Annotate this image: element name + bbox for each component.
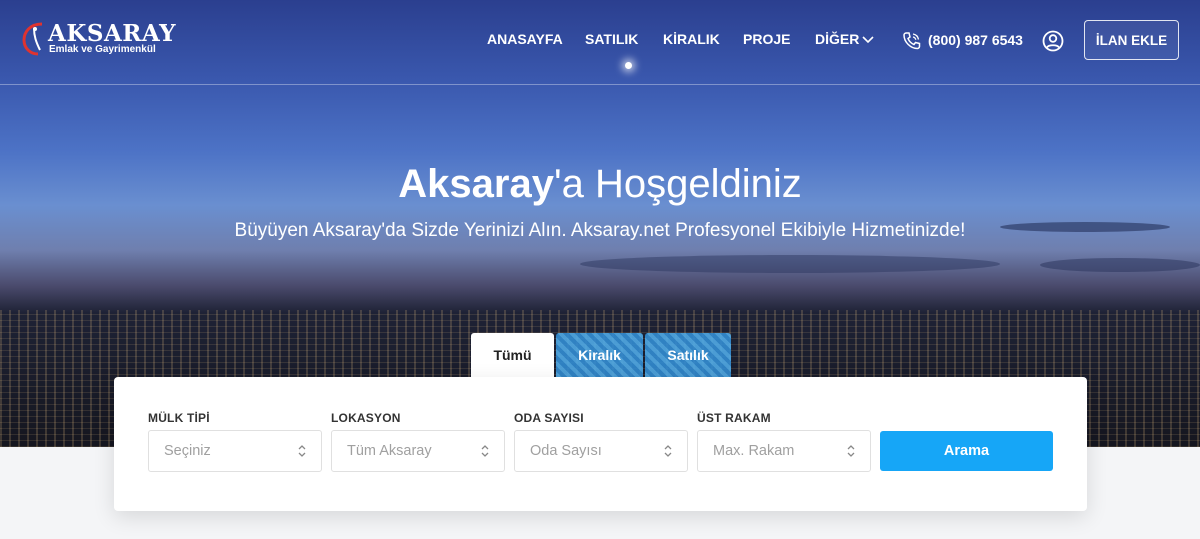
logo-title: AKSARAY [48,20,177,47]
select-arrows-icon [664,445,672,457]
nav-item-proje[interactable]: PROJE [743,31,790,47]
hero-title-bold: Aksaray [398,162,554,206]
select-value: Tüm Aksaray [347,443,432,459]
tab-kiralik[interactable]: Kiralık [556,333,643,377]
phone-icon [903,32,921,50]
add-listing-button[interactable]: İLAN EKLE [1084,20,1179,60]
hero-subtitle: Büyüyen Aksaray'da Sizde Yerinizi Alın. … [234,220,966,241]
nav-item-diger[interactable]: DİĞER [815,31,859,47]
search-button[interactable]: Arama [880,431,1053,471]
field-label-ust-rakam: ÜST RAKAM [697,411,771,425]
field-label-mulk-tipi: MÜLK TİPİ [148,411,210,425]
tab-tumu[interactable]: Tümü [471,333,554,377]
select-arrows-icon [481,445,489,457]
logo[interactable]: AKSARAY Emlak ve Gayrimenkül [22,20,182,62]
phone-number: (800) 987 6543 [928,32,1023,48]
location-select[interactable]: Tüm Aksaray [331,430,505,472]
select-arrows-icon [298,445,306,457]
logo-mark-icon [22,22,43,56]
nav-item-anasayfa[interactable]: ANASAYFA [487,31,563,47]
cloud [1040,258,1200,272]
select-value: Seçiniz [164,443,211,459]
select-value: Oda Sayısı [530,443,602,459]
hero-title-rest: 'a Hoşgeldiniz [553,162,802,206]
site-header: AKSARAY Emlak ve Gayrimenkül ANASAYFA SA… [0,0,1200,85]
select-value: Max. Rakam [713,443,795,459]
cloud [580,255,1000,273]
nav-item-satilik[interactable]: SATILIK [585,31,638,47]
hero-title: Aksaray'a Hoşgeldiniz [0,162,1200,207]
user-icon[interactable] [1042,30,1064,52]
tab-satilik[interactable]: Satılık [645,333,731,377]
max-price-select[interactable]: Max. Rakam [697,430,871,472]
chevron-down-icon[interactable] [862,34,874,44]
field-label-oda-sayisi: ODA SAYISI [514,411,584,425]
select-arrows-icon [847,445,855,457]
field-label-lokasyon: LOKASYON [331,411,401,425]
property-type-select[interactable]: Seçiniz [148,430,322,472]
nav-item-kiralik[interactable]: KİRALIK [663,31,720,47]
room-count-select[interactable]: Oda Sayısı [514,430,688,472]
search-panel: MÜLK TİPİ Seçiniz LOKASYON Tüm Aksaray O… [114,377,1087,511]
logo-tagline: Emlak ve Gayrimenkül [49,44,156,55]
